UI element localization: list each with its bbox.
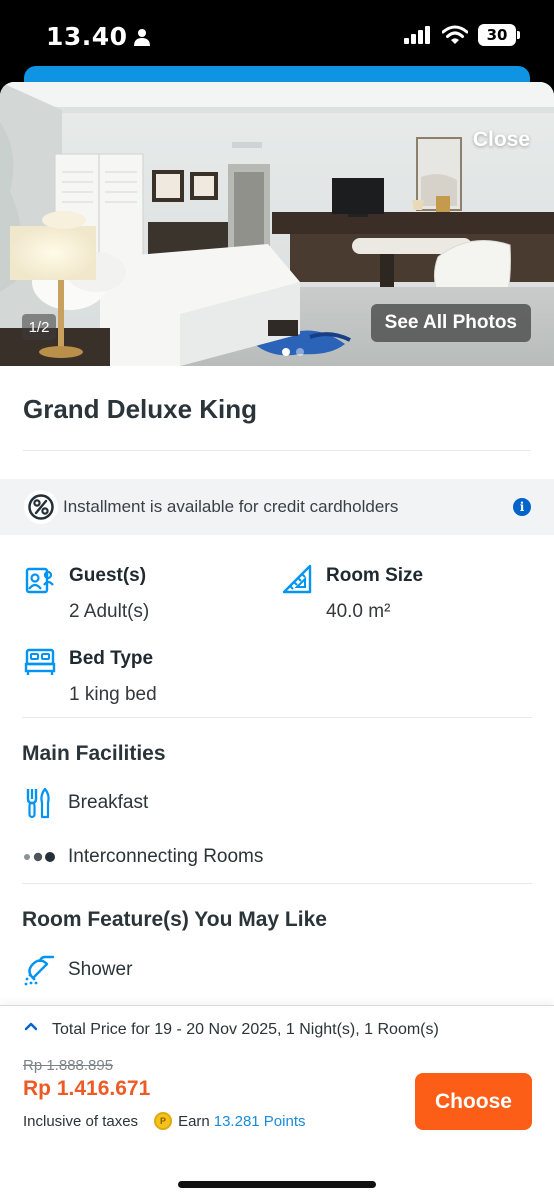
shower-icon [22,953,56,987]
home-indicator[interactable] [178,1181,376,1188]
tax-text: Inclusive of taxes [23,1112,139,1130]
photo-counter: 1/2 [22,314,56,340]
points-value: 13.281 Points [213,1112,306,1130]
room-features-title: Room Feature(s) You May Like [22,908,327,931]
installment-banner[interactable]: Installment is available for credit card… [0,479,554,535]
cutlery-icon [22,786,56,820]
points-coin-icon: P [154,1112,173,1130]
choose-button[interactable]: Choose [415,1073,532,1130]
guests-label: Guest(s) [69,565,147,586]
room-size-value: 40.0 m² [326,601,391,622]
status-indicators: 30 [404,24,520,46]
status-bar: 13.40 30 [0,0,554,70]
status-time-group: 13.40 [46,22,150,51]
total-price-summary[interactable]: Total Price for 19 - 20 Nov 2025, 1 Nigh… [52,1021,439,1039]
more-dots-icon [22,840,56,874]
room-title: Grand Deluxe King [23,394,258,424]
divider [23,450,531,451]
see-all-photos-button[interactable]: See All Photos [370,304,531,342]
room-size-label: Room Size [326,565,424,586]
info-icon[interactable]: i [513,498,531,516]
bed-icon [24,648,56,675]
guest-icon [25,567,54,594]
bed-type-value: 1 king bed [69,684,157,705]
booking-bar: Total Price for 19 - 20 Nov 2025, 1 Nigh… [0,1005,554,1200]
main-facilities-title: Main Facilities [22,742,166,765]
room-detail-sheet: Close 1/2 See All Photos Grand Deluxe Ki… [0,82,554,1200]
close-button[interactable]: Close [473,128,530,152]
facility-label: Breakfast [68,792,149,813]
guests-value: 2 Adult(s) [69,601,150,622]
wifi-icon [442,25,468,44]
ruler-icon [282,564,312,594]
chevron-up-icon[interactable] [24,1021,38,1031]
bed-type-label: Bed Type [69,648,154,669]
divider [22,717,532,718]
percent-icon [24,490,58,524]
battery-icon: 30 [478,24,520,46]
earn-label: Earn [178,1112,210,1130]
divider [22,883,532,884]
tax-and-points-row: Inclusive of taxes P Earn 13.281 Points [23,1112,306,1130]
discounted-price: Rp 1.416.671 [23,1077,151,1100]
facility-label: Interconnecting Rooms [68,846,264,867]
original-price: Rp 1.888.895 [23,1057,114,1074]
signal-icon [404,26,430,44]
person-icon [133,28,150,46]
status-time: 13.40 [46,22,128,51]
room-photo-carousel[interactable]: Close 1/2 See All Photos [0,82,554,366]
feature-label: Shower [68,959,133,980]
installment-text: Installment is available for credit card… [63,497,399,516]
